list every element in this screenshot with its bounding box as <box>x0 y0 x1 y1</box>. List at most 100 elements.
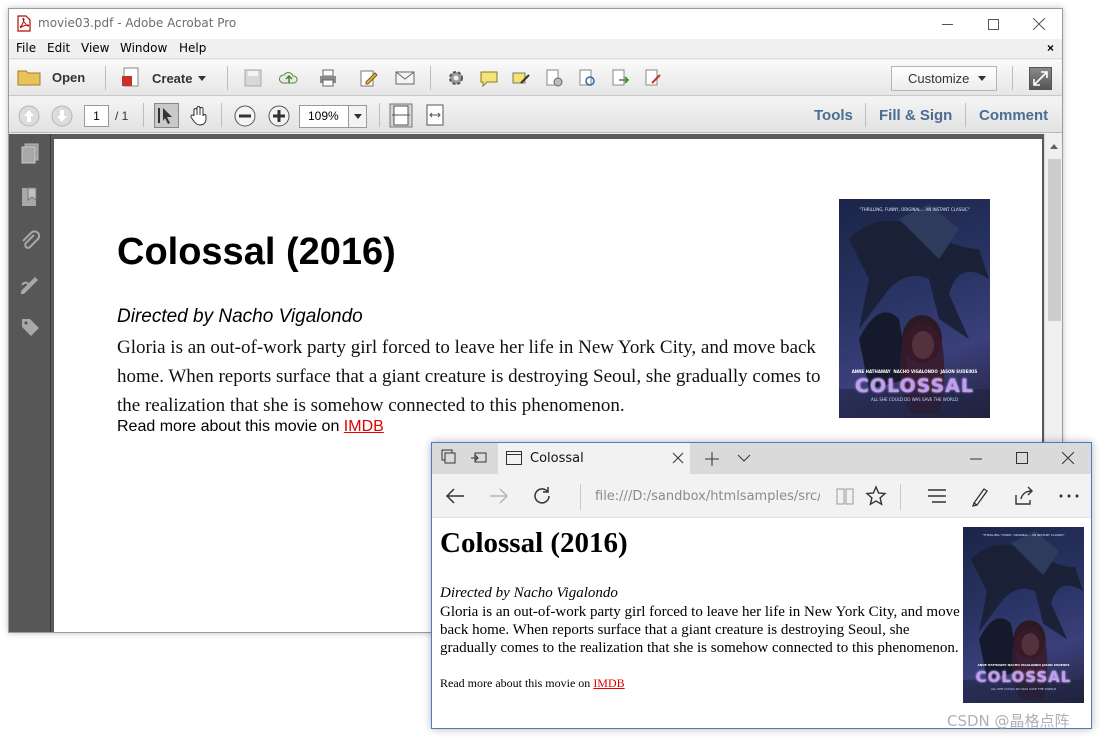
page-total: / 1 <box>115 109 129 123</box>
navigation-toolbar: 1 / 1 109% Tools Fill & Sign Comment <box>9 97 1062 133</box>
synopsis-text: Gloria is an out-of-work party girl forc… <box>440 604 960 656</box>
zoom-in-icon[interactable] <box>268 105 290 127</box>
bookmarks-icon[interactable] <box>19 186 41 208</box>
close-window-button[interactable] <box>1016 9 1062 39</box>
poster-title-art: COLOSSAL <box>975 668 1072 686</box>
chevron-down-icon[interactable] <box>737 453 751 463</box>
tools-pane-link[interactable]: Tools <box>814 107 853 124</box>
customize-dropdown[interactable]: Customize <box>891 66 997 91</box>
acrobat-title-bar: movie03.pdf - Adobe Acrobat Pro <box>9 9 1062 39</box>
close-document-button[interactable]: × <box>1047 41 1054 55</box>
previous-page-icon[interactable] <box>18 105 40 127</box>
navigation-pane <box>9 134 51 632</box>
imdb-link[interactable]: IMDB <box>593 676 624 690</box>
poster-credit-right: JASON SUDEIKIS <box>1041 663 1070 667</box>
back-arrow-icon[interactable] <box>444 485 466 507</box>
save-icon[interactable] <box>243 68 263 88</box>
tab-colossal[interactable]: Colossal <box>498 443 690 474</box>
page-icon <box>506 451 522 465</box>
refresh-icon[interactable] <box>531 485 553 507</box>
read-more-line: Read more about this movie on IMDB <box>117 418 384 436</box>
close-tab-icon[interactable] <box>672 452 684 464</box>
share-icon[interactable] <box>1013 485 1035 507</box>
poster-bottom-line: ALL SHE COULD DO WAS SAVE THE WORLD <box>990 687 1057 691</box>
print-icon[interactable] <box>318 68 338 88</box>
maximize-button[interactable] <box>970 9 1016 39</box>
fit-width-icon[interactable] <box>425 104 445 126</box>
toolbar-divider <box>1012 66 1013 90</box>
sign-document-icon[interactable] <box>577 68 597 88</box>
minimize-icon[interactable] <box>970 453 982 465</box>
poster-credit-right: JASON SUDEIKIS <box>940 369 978 374</box>
poster-credits: ANNE HATHAWAY NACHO VIGALONDO JASON SUDE… <box>963 663 1084 667</box>
main-toolbar: Open Create Customize <box>9 60 1062 96</box>
poster-credits: ANNE HATHAWAY NACHO VIGALONDO JASON SUDE… <box>839 369 990 374</box>
star-icon[interactable] <box>865 485 887 507</box>
menu-view[interactable]: View <box>81 41 109 55</box>
close-icon <box>1033 18 1045 30</box>
close-icon[interactable] <box>1062 452 1074 464</box>
create-pdf-icon <box>122 67 139 87</box>
menu-window[interactable]: Window <box>120 41 167 55</box>
read-more-line: Read more about this movie on IMDB <box>440 676 625 691</box>
menu-help[interactable]: Help <box>179 41 206 55</box>
address-bar[interactable]: file:///D:/sandbox/htmlsamples/src/ma <box>595 489 820 504</box>
highlight-text-icon[interactable] <box>511 68 531 88</box>
edge-browser-window: Colossal file:///D:/sandbox/htmlsamples/… <box>431 442 1092 729</box>
fit-page-icon[interactable] <box>389 103 413 128</box>
fill-form-icon[interactable] <box>643 68 663 88</box>
toolbar-divider <box>865 103 866 127</box>
menu-file[interactable]: File <box>16 41 36 55</box>
movie-title: Colossal (2016) <box>117 231 396 273</box>
movie-poster-image: "THRILLING, FUNNY, ORIGINAL... AN INSTAN… <box>963 527 1084 703</box>
signatures-icon[interactable] <box>19 273 41 295</box>
poster-title-art: COLOSSAL <box>854 375 974 397</box>
web-note-icon[interactable] <box>970 485 992 507</box>
hand-tool-icon[interactable] <box>188 104 210 126</box>
tags-icon[interactable] <box>19 316 41 338</box>
full-screen-button[interactable] <box>1029 67 1052 90</box>
toolbar-divider <box>105 66 106 90</box>
poster-credit-left: ANNE HATHAWAY <box>851 369 891 374</box>
create-button[interactable]: Create <box>120 66 207 90</box>
director-line: Directed by Nacho Vigalondo <box>117 306 363 327</box>
new-tab-icon[interactable] <box>704 451 720 467</box>
page-thumbnails-icon[interactable] <box>19 142 41 164</box>
reading-view-icon[interactable] <box>834 485 856 507</box>
zoom-out-icon[interactable] <box>234 105 256 127</box>
chevron-down-icon[interactable] <box>348 106 366 127</box>
email-icon[interactable] <box>395 68 415 88</box>
imdb-link[interactable]: IMDB <box>344 418 384 435</box>
scroll-up-arrow-icon[interactable] <box>1050 144 1058 149</box>
movie-poster-image: "THRILLING, FUNNY, ORIGINAL... AN INSTAN… <box>839 199 990 418</box>
scrollbar-thumb[interactable] <box>1048 159 1061 321</box>
set-tabs-aside-icon[interactable] <box>470 449 488 467</box>
open-label: Open <box>52 69 86 85</box>
hub-icon[interactable] <box>926 485 948 507</box>
maximize-icon <box>987 18 999 30</box>
attachments-icon[interactable] <box>19 229 41 251</box>
open-button[interactable]: Open <box>17 67 85 87</box>
edit-document-icon[interactable] <box>358 68 378 88</box>
menu-edit[interactable]: Edit <box>47 41 70 55</box>
gear-icon[interactable] <box>446 68 466 88</box>
upload-cloud-icon[interactable] <box>279 68 299 88</box>
create-label: Create <box>152 70 193 86</box>
tab-manager-icon[interactable] <box>440 448 458 466</box>
fill-sign-pane-link[interactable]: Fill & Sign <box>879 107 952 124</box>
export-icon[interactable] <box>610 68 630 88</box>
comment-bubble-icon[interactable] <box>479 68 499 88</box>
protect-icon[interactable] <box>544 68 564 88</box>
page-number-input[interactable]: 1 <box>84 105 109 127</box>
minimize-button[interactable] <box>924 9 970 39</box>
synopsis-text: Gloria is an out-of-work party girl forc… <box>117 337 821 416</box>
maximize-icon[interactable] <box>1016 452 1028 464</box>
poster-tagline: "THRILLING, FUNNY, ORIGINAL... AN INSTAN… <box>859 207 970 212</box>
select-tool-icon[interactable] <box>154 103 179 128</box>
next-page-icon[interactable] <box>51 105 73 127</box>
forward-arrow-icon[interactable] <box>488 485 510 507</box>
more-options-icon[interactable] <box>1058 485 1080 507</box>
acrobat-window-title: movie03.pdf - Adobe Acrobat Pro <box>38 16 237 30</box>
comment-pane-link[interactable]: Comment <box>979 107 1048 124</box>
zoom-level-select[interactable]: 109% <box>299 105 367 128</box>
